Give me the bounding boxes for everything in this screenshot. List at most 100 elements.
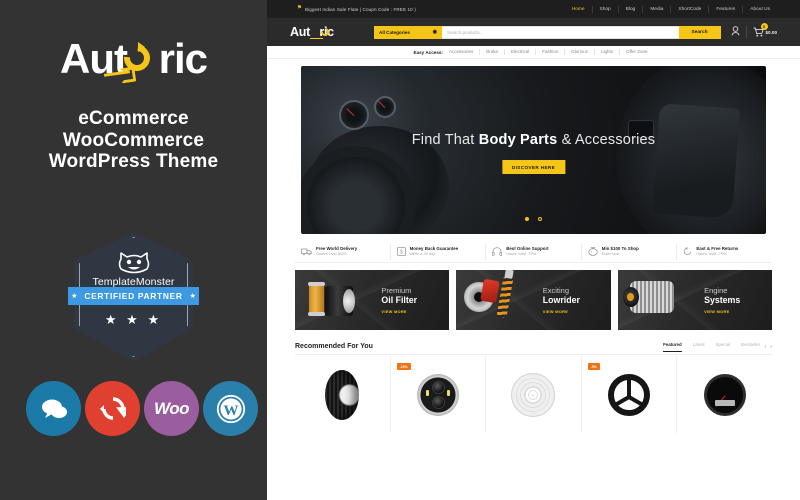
- brake-rotor-product: [511, 373, 556, 417]
- header-divider: [745, 26, 747, 38]
- feature-icon-row: Woo W: [26, 381, 258, 436]
- service-subtitle: within a 30 day: [409, 251, 435, 256]
- tab-featured[interactable]: Featured: [663, 342, 682, 352]
- site-header: AutOric All Categories ◉ Search products…: [267, 18, 800, 46]
- hero-heading: Find That Body Parts & Accessories: [301, 132, 766, 148]
- service-features-bar: Free World Delivery Orders Over $100 $ M…: [295, 241, 772, 263]
- promo-card-title: Lowrider: [542, 295, 580, 305]
- nav-item-shop[interactable]: Shop: [593, 5, 619, 13]
- hero-gauge-small: [374, 96, 396, 118]
- site-logo-wrench-icon: [310, 38, 323, 40]
- recommended-tabs: Featured Latest Special Bestseller: [663, 342, 760, 352]
- promo-card-text: Engine Systems VIEW MORE: [704, 286, 772, 314]
- tab-special[interactable]: Special: [716, 342, 730, 351]
- hero-slider-wrap: Find That Body Parts & Accessories DISCO…: [267, 59, 800, 234]
- header-actions: 0 $0.00: [731, 23, 777, 41]
- promo-card-engine-systems[interactable]: Engine Systems VIEW MORE: [617, 270, 772, 330]
- hero-dot-1[interactable]: [525, 217, 530, 221]
- easy-access-label: Easy Access:: [413, 49, 443, 55]
- lowrider-art: [456, 270, 542, 330]
- service-online-support: Best Online Support Hours: 9AM -7PM: [486, 243, 582, 261]
- svg-text:W: W: [223, 403, 238, 419]
- service-subtitle: Orders Over $100: [316, 251, 347, 256]
- easy-access-lights[interactable]: Lights: [595, 49, 621, 55]
- tagline-line-2: WooCommerce: [62, 129, 205, 151]
- badge-star-left: ★: [71, 292, 78, 300]
- product-card-speedometer[interactable]: [677, 357, 772, 433]
- certified-partner-badge: TemplateMonster ★ CERTIFIED PARTNER ★ ★ …: [68, 232, 199, 362]
- piggy-icon: [588, 243, 598, 261]
- product-card-tire[interactable]: [295, 357, 391, 433]
- site-logo[interactable]: AutOric: [290, 25, 364, 40]
- nav-item-media[interactable]: Media: [643, 5, 672, 13]
- easy-access-accessories[interactable]: Accessories: [443, 49, 481, 55]
- promo-card-subtitle: Engine: [704, 286, 728, 295]
- theme-tagline: eCommerce WooCommerce WordPress Theme: [0, 108, 267, 173]
- logo-text-part-b: ric: [158, 35, 208, 82]
- headset-icon: [491, 243, 503, 261]
- service-title: East & Free Returns: [696, 245, 739, 251]
- account-icon[interactable]: [731, 23, 740, 41]
- nav-item-about-us[interactable]: About Us: [743, 6, 770, 13]
- carousel-arrows: ‹ ›: [764, 344, 772, 350]
- hero-discover-button[interactable]: DISCOVER HERE: [501, 160, 566, 174]
- product-card-headlight[interactable]: -10%: [391, 357, 487, 433]
- easy-access-brake[interactable]: Brake: [480, 49, 505, 55]
- topbar-promo: ⚑ Biggest Indian Sale Flate | Coupn Code…: [297, 6, 416, 12]
- hero-heading-post: & Accessories: [557, 132, 656, 148]
- promo-card-text: Premium Oil Filter VIEW MORE: [381, 286, 449, 314]
- service-subtitle: Hours: 9AM -7PM: [506, 251, 537, 256]
- nav-item-home[interactable]: Home: [565, 5, 593, 13]
- category-select[interactable]: All Categories ◉: [374, 25, 442, 39]
- nav-item-shortcode[interactable]: ShortCode: [671, 5, 710, 13]
- hero-center-console: [652, 103, 740, 219]
- easy-access-electrical[interactable]: Electrical: [505, 49, 537, 55]
- promo-card-subtitle: Exciting: [542, 286, 570, 295]
- truck-icon: [301, 243, 312, 261]
- nav-item-blog[interactable]: Blog: [619, 5, 644, 13]
- topbar-promo-text: Biggest Indian Sale Flate | Coupn Code :…: [304, 6, 416, 12]
- promo-card-cta[interactable]: VIEW MORE: [381, 309, 443, 314]
- site-topbar: ⚑ Biggest Indian Sale Flate | Coupn Code…: [267, 0, 800, 18]
- promo-card-cta[interactable]: VIEW MORE: [704, 309, 766, 314]
- product-card-brake-rotor[interactable]: [486, 357, 582, 433]
- service-free-delivery: Free World Delivery Orders Over $100: [295, 243, 391, 261]
- recommended-title: Recommended For You: [295, 343, 373, 350]
- easy-access-glorious[interactable]: Glorious: [565, 49, 596, 55]
- service-subtitle: Hours: 9AM -7PM: [696, 251, 727, 256]
- support-chat-icon: [26, 381, 81, 436]
- carousel-prev-icon[interactable]: ‹: [764, 344, 766, 350]
- alternator-art: [618, 270, 704, 330]
- hero-slider-dots: [301, 208, 766, 226]
- easy-access-fashion[interactable]: Fashion: [536, 49, 566, 55]
- search-button[interactable]: Search: [678, 25, 721, 39]
- steering-wheel-product: [608, 374, 651, 416]
- promo-card-lowrider[interactable]: Exciting Lowrider VIEW MORE: [456, 270, 611, 330]
- service-title: Min $100 To Shop: [601, 245, 639, 251]
- speedometer-product: [703, 374, 746, 416]
- service-min-to-shop: Min $100 To Shop Enter Now: [582, 243, 678, 261]
- easy-access-bar: Easy Access: Accessories Brake Electrica…: [267, 46, 800, 59]
- hero-dot-2[interactable]: [537, 217, 542, 221]
- easy-access-offer-zone[interactable]: Offer Zone: [620, 49, 653, 55]
- tab-bestseller[interactable]: Bestseller: [741, 342, 760, 351]
- headlight-product: [416, 374, 459, 416]
- tab-latest[interactable]: Latest: [693, 342, 705, 351]
- tagline-line-1: eCommerce: [78, 108, 189, 129]
- promo-card-oil-filter[interactable]: Premium Oil Filter VIEW MORE: [295, 270, 450, 330]
- cart-button[interactable]: 0 $0.00: [753, 23, 777, 37]
- sale-badge: -5%: [587, 363, 600, 370]
- promo-card-cta[interactable]: VIEW MORE: [543, 309, 605, 314]
- promo-card-title: Oil Filter: [381, 295, 418, 305]
- search-input[interactable]: Search products..: [442, 25, 679, 39]
- money-icon: $: [396, 243, 406, 261]
- wordpress-icon: W: [203, 381, 258, 436]
- hero-slider[interactable]: Find That Body Parts & Accessories DISCO…: [301, 66, 766, 234]
- autoric-logo: AutOric: [0, 36, 267, 82]
- nav-item-features[interactable]: Features: [709, 5, 744, 13]
- product-card-steering-wheel[interactable]: -5%: [582, 357, 678, 433]
- service-money-back: $ Money Back Guarantee within a 30 day: [391, 243, 487, 261]
- carousel-next-icon[interactable]: ›: [770, 344, 772, 350]
- screenshot-root: AutOric eCommerce WooCommerce WordPress …: [0, 0, 800, 500]
- site-logo-part-a: Aut: [290, 25, 310, 39]
